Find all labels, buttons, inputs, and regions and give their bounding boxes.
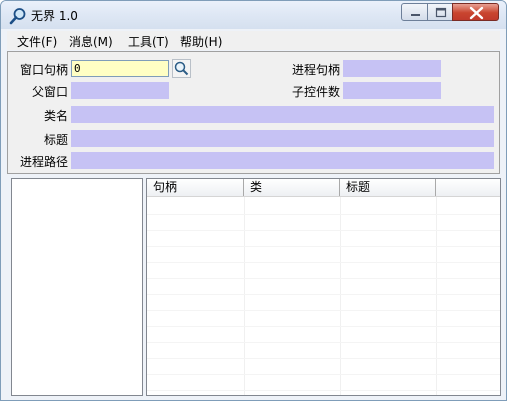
window-tree[interactable] xyxy=(11,178,143,396)
list-header: 句柄 类 标题 xyxy=(147,179,500,197)
grid-divider xyxy=(244,197,245,395)
process-handle-label: 进程句柄 xyxy=(291,63,340,77)
window-title: 无界 1.0 xyxy=(31,9,78,23)
list-row-gridline xyxy=(147,358,500,359)
column-header-handle[interactable]: 句柄 xyxy=(147,179,244,196)
list-row-gridline xyxy=(147,326,500,327)
find-window-button[interactable] xyxy=(172,59,191,78)
window-handle-input[interactable]: 0 xyxy=(71,60,169,77)
menu-message[interactable]: 消息(M) xyxy=(69,33,113,50)
grid-divider xyxy=(436,197,437,395)
minimize-icon xyxy=(411,14,420,16)
process-handle-field xyxy=(343,60,441,77)
menu-help[interactable]: 帮助(H) xyxy=(180,33,222,50)
title-bar[interactable]: 无界 1.0 xyxy=(1,1,506,29)
column-header-title[interactable]: 标题 xyxy=(340,179,436,196)
info-panel: 窗口句柄 0 进程句柄 父窗口 子控件数 类名 标题 进程路径 xyxy=(7,51,500,174)
process-path-field xyxy=(71,152,494,169)
class-name-field xyxy=(71,106,494,123)
list-row-gridline xyxy=(147,214,500,215)
parent-window-label: 父窗口 xyxy=(31,85,68,99)
list-row-gridline xyxy=(147,294,500,295)
class-name-label: 类名 xyxy=(43,109,68,123)
minimize-button[interactable] xyxy=(401,3,428,21)
title-label: 标题 xyxy=(43,133,68,147)
list-row-gridline xyxy=(147,262,500,263)
child-count-field xyxy=(343,82,441,99)
column-header-class[interactable]: 类 xyxy=(244,179,340,196)
list-row-gridline xyxy=(147,230,500,231)
menu-tools[interactable]: 工具(T) xyxy=(128,33,169,50)
list-row-gridline xyxy=(147,310,500,311)
maximize-button[interactable] xyxy=(427,3,453,21)
child-count-label: 子控件数 xyxy=(291,85,340,99)
list-row-gridline xyxy=(147,342,500,343)
list-row-gridline xyxy=(147,390,500,391)
app-window: 无界 1.0 文件(F) 消息(M) 工具(T) 帮助(H) 窗口句柄 0 进程… xyxy=(0,0,507,401)
grid-divider xyxy=(340,197,341,395)
column-header-extra[interactable] xyxy=(436,179,500,196)
list-row-gridline xyxy=(147,374,500,375)
list-row-gridline xyxy=(147,246,500,247)
magnifier-icon xyxy=(9,8,26,25)
parent-window-field xyxy=(71,82,169,99)
control-list[interactable]: 句柄 类 标题 xyxy=(146,178,501,396)
menu-bar: 文件(F) 消息(M) 工具(T) 帮助(H) xyxy=(7,31,500,50)
process-path-label: 进程路径 xyxy=(19,155,68,169)
window-handle-label: 窗口句柄 xyxy=(19,63,68,77)
menu-file[interactable]: 文件(F) xyxy=(17,33,57,50)
list-row-gridline xyxy=(147,278,500,279)
close-button[interactable] xyxy=(452,3,499,21)
close-icon xyxy=(469,6,484,20)
maximize-icon xyxy=(435,7,447,18)
title-field xyxy=(71,130,494,147)
find-window-icon xyxy=(174,61,189,76)
